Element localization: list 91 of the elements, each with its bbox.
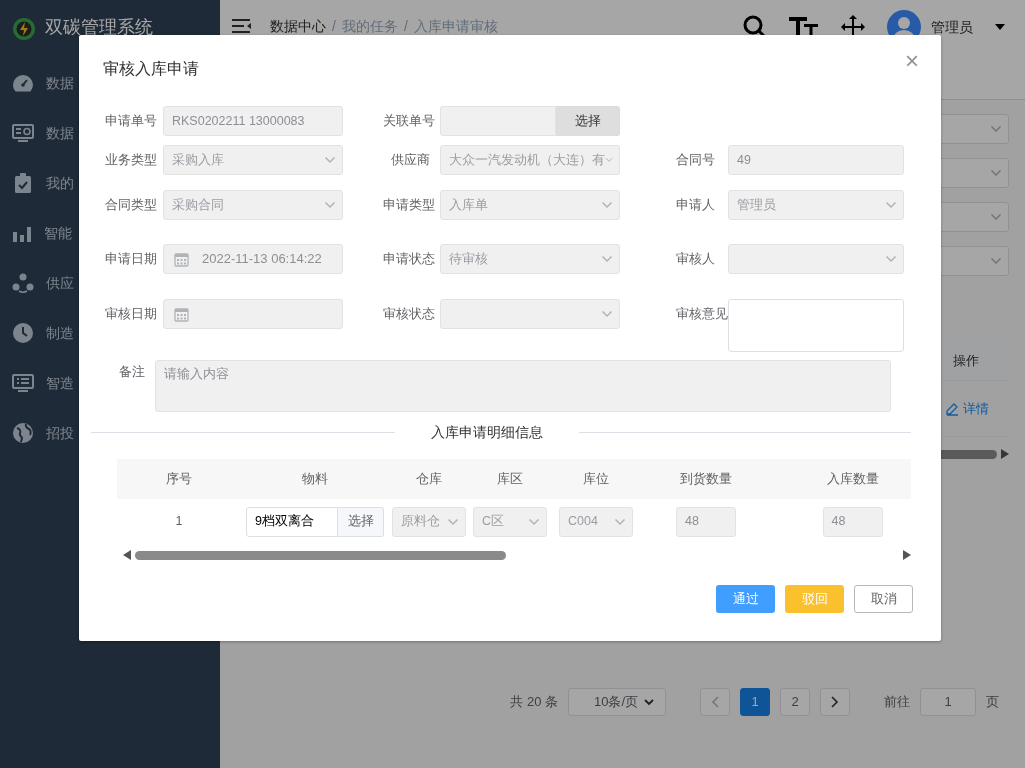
dialog-title: 审核入库申请 [103,59,199,79]
breadcrumb-separator: / [403,16,408,36]
caret-icon[interactable] [995,24,1005,30]
column-header: 入库数量 [771,459,911,499]
next-page-button[interactable] [820,688,850,716]
column-header: 物料 [241,459,389,499]
breadcrumb-item[interactable]: 数据中心 [270,15,326,37]
field-label: 审核日期 [105,305,158,323]
close-button[interactable]: × [905,49,919,73]
calendar-icon [174,306,189,322]
field-label: 申请单号 [105,112,158,130]
column-header: 到货数量 [641,459,771,499]
goto-label: 前往 [884,693,910,712]
calendar-icon [174,251,189,267]
column-header: 库位 [551,459,641,499]
chevron-down-icon [990,169,1002,177]
scroll-right-icon[interactable] [1001,449,1009,459]
field-label: 审核意见 [676,305,728,323]
chevron-down-icon [614,517,626,526]
sidebar-item[interactable]: 招投 [46,422,74,444]
sidebar-item[interactable]: 数据 [46,122,74,144]
sidebar-item[interactable]: 数据 [46,72,74,94]
app-title: 双碳管理系统 [45,15,153,39]
globe-icon [12,422,34,444]
chevron-down-icon [601,310,613,318]
breadcrumb-item[interactable]: 入库申请审核 [413,15,498,37]
field-label: 合同类型 [105,196,158,214]
breadcrumb-separator: / [332,16,336,36]
monitor-icon [12,123,34,143]
chevron-down-icon [601,201,613,209]
field-label: 申请类型 [383,196,436,214]
gauge-icon [12,73,34,93]
chevron-down-icon [601,255,613,263]
sidebar-item[interactable]: 制造 [46,322,74,344]
chevron-right-icon [831,696,839,708]
field-label: 备注 [118,363,146,381]
chevron-down-icon [885,255,897,263]
sidebar-item[interactable]: 智能 [44,222,72,244]
column-header: 序号 [117,459,241,499]
user-name[interactable]: 管理员 [931,16,973,38]
field-label: 申请日期 [105,250,158,268]
field-label: 合同号 [676,151,716,169]
chevron-down-icon [528,517,540,526]
scroll-left-icon[interactable] [123,550,131,560]
sidebar-item[interactable]: 供应 [46,272,74,294]
chevron-down-icon [324,156,336,164]
page-button[interactable]: 2 [780,688,810,716]
scrollbar-thumb[interactable] [135,550,506,560]
details-link[interactable]: 详情 [945,398,989,419]
column-header: 仓库 [389,459,469,499]
menu-icon[interactable] [232,18,252,34]
chevron-down-icon [990,125,1002,133]
chevron-down-icon [447,517,459,526]
total-count: 共 20 条 [510,693,558,712]
sidebar-item[interactable]: 我的 [46,172,74,194]
breadcrumb-item[interactable]: 我的任务 [341,15,398,37]
field-label: 供应商 [390,151,431,169]
bar-chart-icon [12,224,32,242]
logo-icon [12,17,36,41]
chevron-down-icon [324,201,336,209]
chevron-down-icon [605,156,613,164]
select-button[interactable]: 选择 [338,506,384,537]
field-label: 审核状态 [383,305,436,323]
approve-button[interactable]: 通过 [716,585,775,613]
field-label: 业务类型 [105,151,158,169]
page-size-select[interactable]: 10条/页 [568,688,666,716]
field-label: 申请状态 [383,250,436,268]
reject-button[interactable]: 驳回 [785,585,844,613]
column-header: 库区 [469,459,551,499]
scroll-right-icon[interactable] [903,550,911,560]
page-input[interactable]: 1 [920,688,976,716]
field-label: 申请人 [676,196,716,214]
field-label: 审核人 [676,250,716,268]
chevron-down-icon [990,257,1002,265]
section-title: 入库申请明细信息 [430,423,544,442]
clock-icon [12,322,34,344]
page-button[interactable]: 1 [740,688,770,716]
cluster-icon [12,272,34,294]
field-label: 关联单号 [383,112,436,130]
cancel-button[interactable]: 取消 [854,585,913,613]
chevron-left-icon [711,696,719,708]
clipboard-icon [12,172,34,194]
page-suffix: 页 [986,693,999,712]
sidebar-item[interactable]: 智造 [46,372,74,394]
chevron-down-icon [885,201,897,209]
chevron-down-icon [644,698,655,706]
edit-icon [945,401,959,416]
chevron-down-icon [990,213,1002,221]
table-cell: 1 [117,499,241,544]
monitor-icon [12,373,34,393]
input-field[interactable]: 9档双离合 [246,506,338,537]
